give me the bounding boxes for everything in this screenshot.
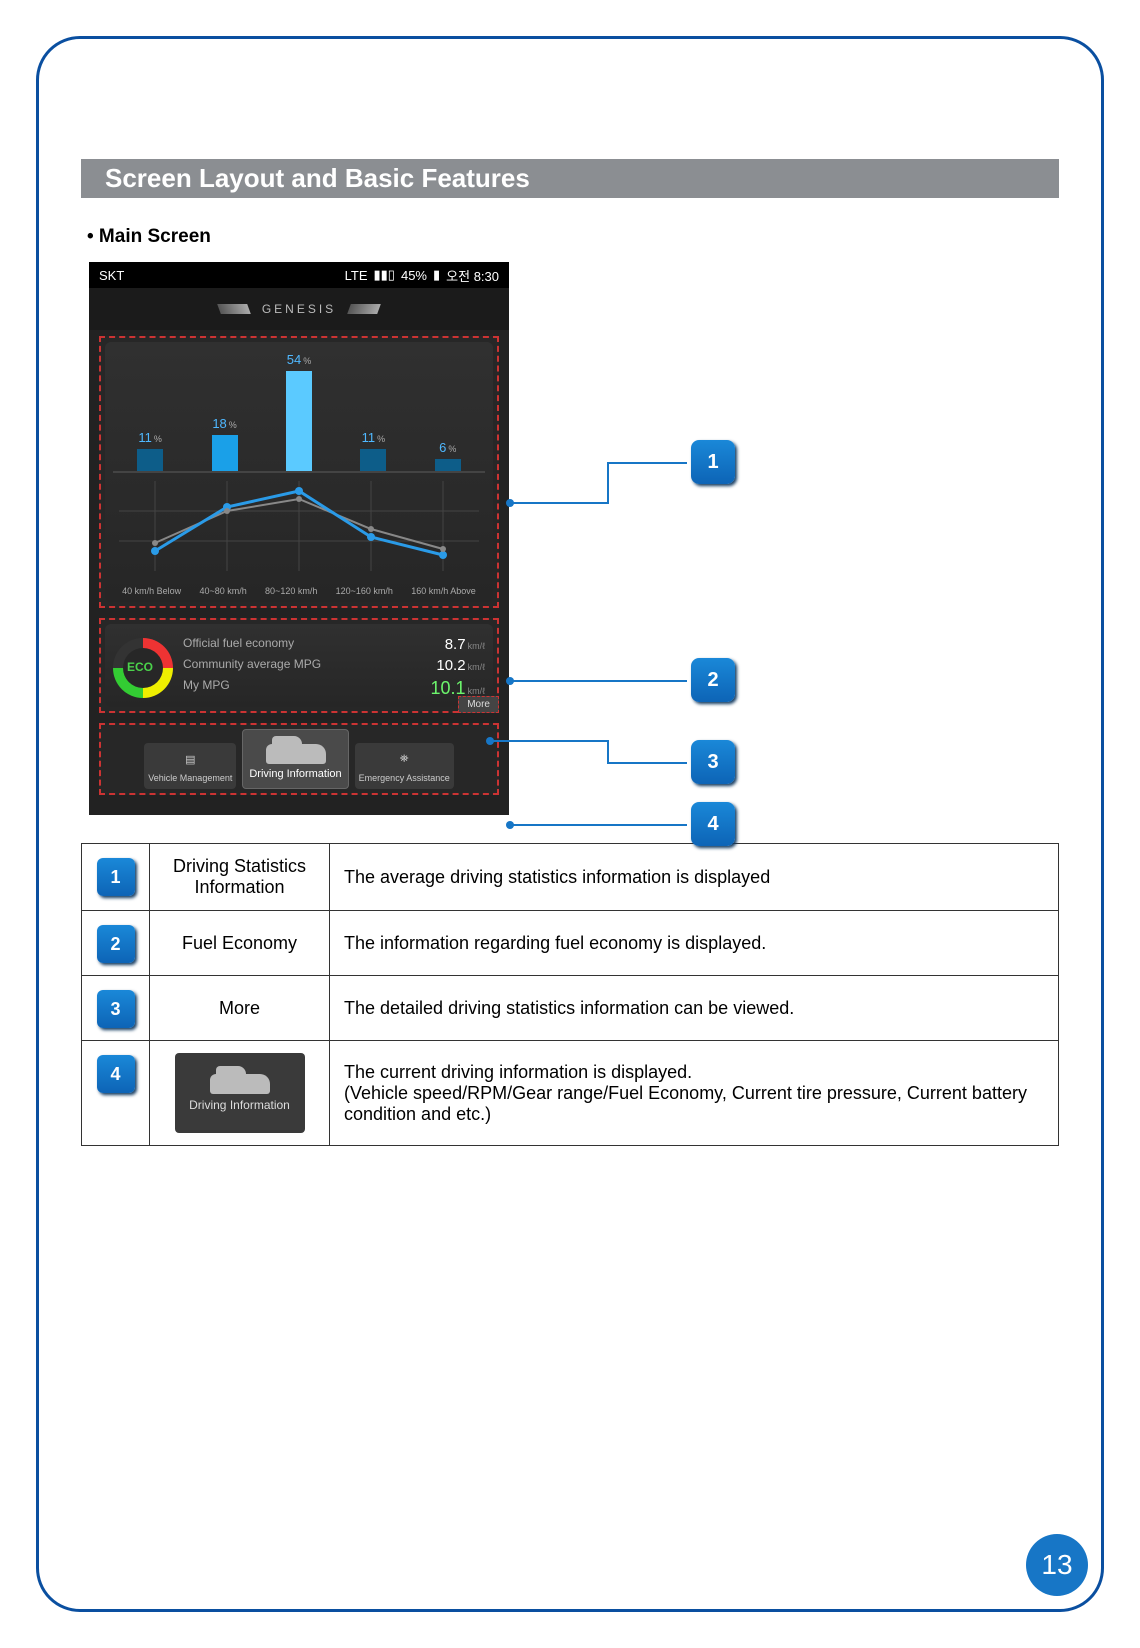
signal-icon: ▮▮▯	[374, 267, 395, 283]
bar-5: 6%	[435, 440, 461, 471]
brand-header: GENESIS	[89, 288, 509, 330]
more-button[interactable]: More	[458, 696, 499, 713]
eco-gauge-icon: ECO	[113, 638, 173, 698]
eco-list: Official fuel economy8.7km/ℓ Community a…	[183, 634, 485, 701]
legend-badge-3: 3	[97, 990, 135, 1028]
callouts: 1 2 3 4	[509, 262, 769, 815]
driving-info-thumb: Driving Information	[175, 1053, 305, 1133]
tabs-panel: ▤ Vehicle Management Driving Information…	[99, 723, 499, 795]
tab-emergency-assistance[interactable]: ⛯ Emergency Assistance	[355, 743, 454, 789]
figure-row: SKT LTE ▮▮▯ 45% ▮ 오전 8:30 GENESIS	[81, 262, 1059, 815]
section-header: Screen Layout and Basic Features	[81, 159, 1059, 198]
eco-badge: ECO	[127, 660, 153, 674]
clock-label: 오전 8:30	[446, 266, 499, 285]
legend-table: 1 Driving Statistics Information The ave…	[81, 843, 1059, 1146]
legend-name-4: Driving Information	[150, 1041, 330, 1146]
battery-icon: ▮	[433, 267, 440, 283]
bar-4: 11%	[360, 430, 386, 471]
carrier-label: SKT	[99, 268, 124, 283]
callout-badge-4: 4	[691, 802, 735, 846]
bar-2: 18%	[212, 416, 238, 471]
phone-screenshot: SKT LTE ▮▮▯ 45% ▮ 오전 8:30 GENESIS	[89, 262, 509, 815]
legend-badge-4: 4	[97, 1055, 135, 1093]
car-icon	[266, 744, 326, 764]
callout-badge-1: 1	[691, 440, 735, 484]
callout-badge-2: 2	[691, 658, 735, 702]
legend-name-2: Fuel Economy	[150, 911, 330, 976]
legend-name-1: Driving Statistics Information	[150, 844, 330, 911]
eco-panel[interactable]: ECO Official fuel economy8.7km/ℓ Communi…	[99, 618, 499, 713]
bar-3: 54%	[286, 352, 312, 471]
network-label: LTE	[345, 268, 368, 283]
brand-name: GENESIS	[262, 302, 336, 316]
tab-vehicle-management[interactable]: ▤ Vehicle Management	[144, 743, 236, 789]
line-chart	[113, 472, 485, 582]
legend-desc-1: The average driving statistics informati…	[330, 844, 1059, 911]
table-row: 4 Driving Information The current drivin…	[82, 1041, 1059, 1146]
legend-desc-4: The current driving information is displ…	[330, 1041, 1059, 1146]
legend-badge-2: 2	[97, 925, 135, 963]
x-axis-labels: 40 km/h Below 40~80 km/h 80~120 km/h 120…	[113, 586, 485, 596]
car-icon	[210, 1074, 270, 1094]
stats-panel[interactable]: 11% 18% 54%	[99, 336, 499, 608]
battery-label: 45%	[401, 268, 427, 283]
callout-badge-3: 3	[691, 740, 735, 784]
phone-body: 11% 18% 54%	[89, 330, 509, 815]
subheading-main-screen: • Main Screen	[87, 226, 1059, 248]
table-row: 2 Fuel Economy The information regarding…	[82, 911, 1059, 976]
legend-desc-2: The information regarding fuel economy i…	[330, 911, 1059, 976]
page-frame: Screen Layout and Basic Features • Main …	[36, 36, 1104, 1612]
bar-chart: 11% 18% 54%	[113, 352, 485, 472]
table-row: 1 Driving Statistics Information The ave…	[82, 844, 1059, 911]
legend-name-3: More	[150, 976, 330, 1041]
bar-1: 11%	[137, 430, 163, 471]
tab-driving-information[interactable]: Driving Information	[242, 729, 348, 789]
legend-badge-1: 1	[97, 858, 135, 896]
table-row: 3 More The detailed driving statistics i…	[82, 976, 1059, 1041]
page-number: 13	[1026, 1534, 1088, 1596]
legend-desc-3: The detailed driving statistics informat…	[330, 976, 1059, 1041]
status-bar: SKT LTE ▮▮▯ 45% ▮ 오전 8:30	[89, 262, 509, 288]
